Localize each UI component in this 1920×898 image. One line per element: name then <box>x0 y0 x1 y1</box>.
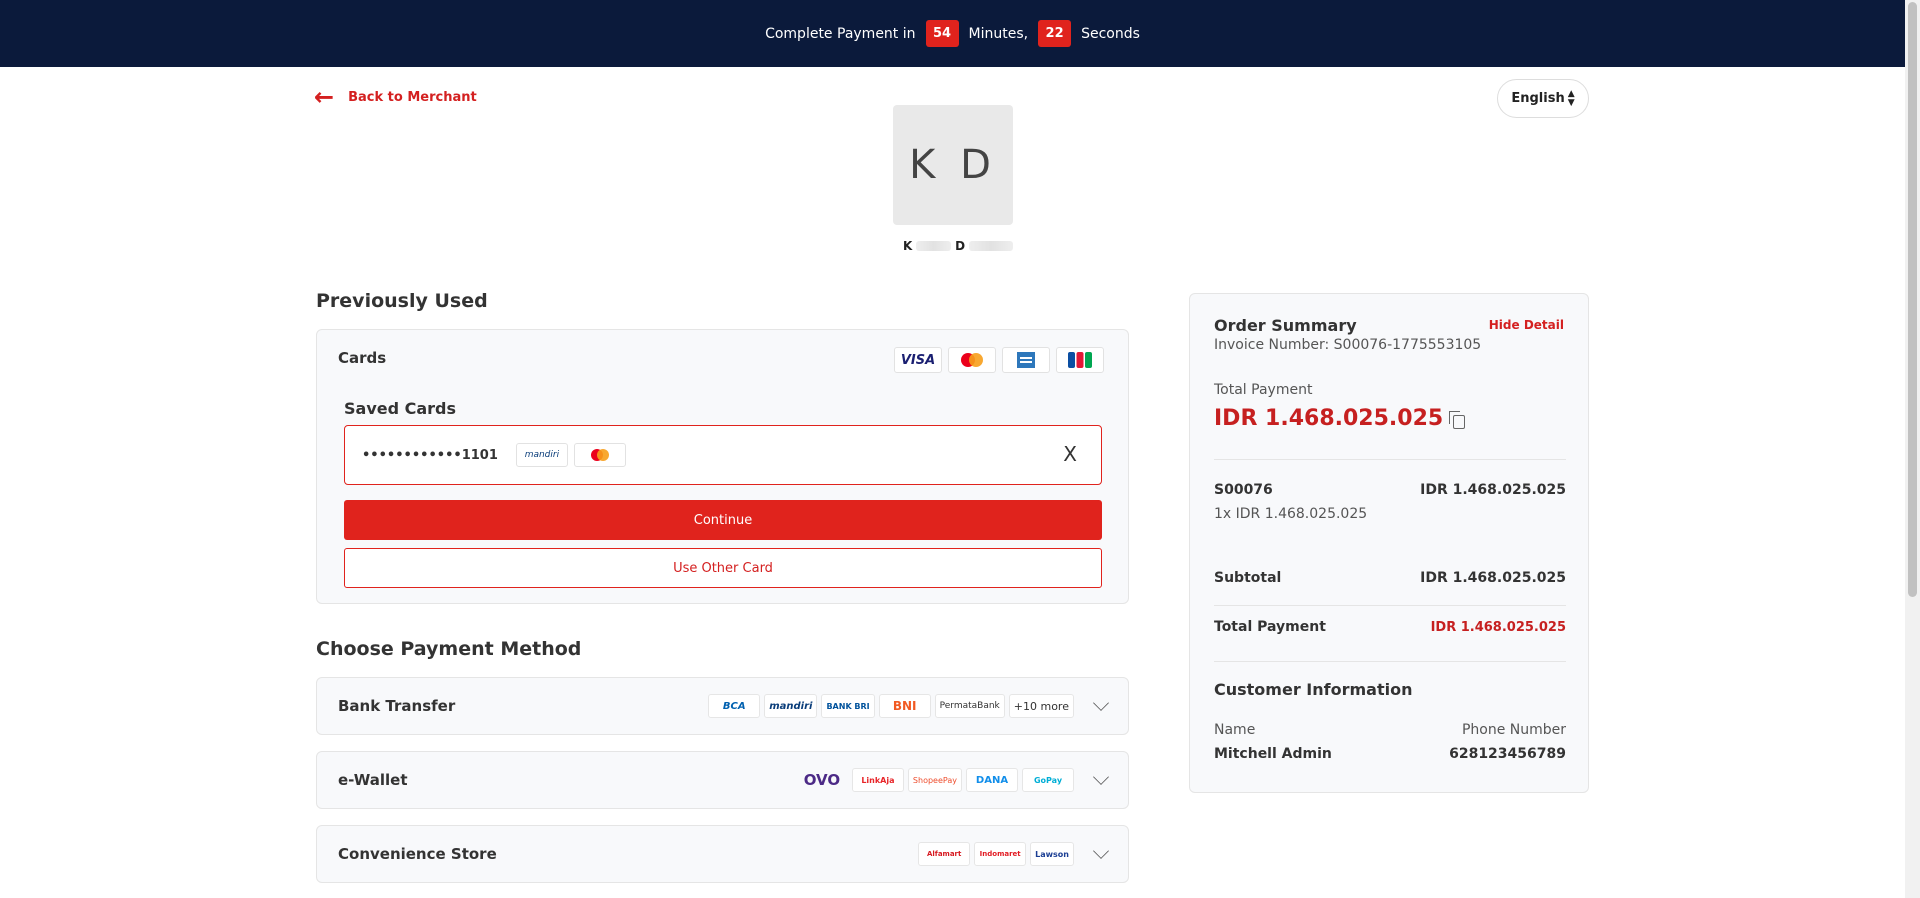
sort-caret-icon: ▲ ▼ <box>1567 88 1575 108</box>
merchant-name-first: K <box>903 239 913 253</box>
cards-panel: Cards VISA Saved Cards ••••••••••••1101 … <box>316 329 1129 604</box>
arrow-left-icon: ← <box>314 83 335 111</box>
timer-minutes: 54 <box>925 20 959 47</box>
more-banks-badge: +10 more <box>1008 694 1074 718</box>
timer-seconds: 22 <box>1038 20 1072 47</box>
divider <box>1214 459 1566 460</box>
merchant-name-redacted <box>969 241 1013 251</box>
line-item-price: IDR 1.468.025.025 <box>1420 482 1566 498</box>
continue-button[interactable]: Continue <box>344 500 1102 540</box>
merchant-name-second: D <box>955 239 966 253</box>
line-item-qty: 1x IDR 1.468.025.025 <box>1214 506 1368 522</box>
back-label: Back to Merchant <box>348 89 477 105</box>
timer-minutes-label: Minutes, <box>968 25 1029 42</box>
payment-timer-bar: Complete Payment in 54 Minutes, 22 Secon… <box>0 0 1905 67</box>
mandiri-logo: mandiri <box>515 443 568 467</box>
bri-logo: BANK BRI <box>821 694 875 718</box>
total-value: IDR 1.468.025.025 <box>1430 619 1566 635</box>
saved-card-item[interactable]: ••••••••••••1101 mandiri X <box>344 425 1102 485</box>
payment-method-label: e-Wallet <box>338 771 408 789</box>
saved-cards-title: Saved Cards <box>344 399 457 418</box>
permata-logo: PermataBank <box>934 694 1005 718</box>
total-payment-amount: IDR 1.468.025.025 <box>1214 406 1466 431</box>
payment-method-label: Convenience Store <box>338 845 497 863</box>
invoice-number: Invoice Number: S00076-1775553105 <box>1214 337 1482 353</box>
page-scrollbar[interactable] <box>1905 0 1920 898</box>
customer-name-value: Mitchell Admin <box>1214 746 1332 762</box>
total-row: Total Payment IDR 1.468.025.025 <box>1214 619 1566 635</box>
customer-phone-label: Phone Number <box>1461 722 1566 738</box>
use-other-card-button[interactable]: Use Other Card <box>344 548 1102 588</box>
total-payment-label: Total Payment <box>1214 382 1313 398</box>
amex-logo <box>1002 347 1050 373</box>
customer-labels-row: Name Phone Number <box>1214 722 1566 738</box>
saved-card-number: ••••••••••••1101 <box>362 447 498 463</box>
timer-seconds-label: Seconds <box>1081 25 1140 42</box>
language-selector[interactable]: English ▲ ▼ <box>1497 79 1589 118</box>
payment-method-label: Bank Transfer <box>338 697 456 715</box>
chevron-down-icon[interactable] <box>1093 769 1109 785</box>
subtotal-row: Subtotal IDR 1.468.025.025 <box>1214 570 1566 586</box>
bni-logo: BNI <box>878 694 931 718</box>
jcb-logo <box>1056 347 1104 373</box>
copy-icon[interactable] <box>1449 410 1466 429</box>
scrollbar-thumb[interactable] <box>1908 2 1917 597</box>
choose-payment-title: Choose Payment Method <box>316 638 582 660</box>
payment-method-e-wallet[interactable]: e-Wallet OVO LinkAja ShopeePay DANA GoPa… <box>316 751 1129 809</box>
bca-logo: BCA <box>708 694 761 718</box>
ovo-logo: OVO <box>803 771 841 789</box>
lawson-logo: Lawson <box>1030 842 1074 866</box>
hide-detail-link[interactable]: Hide Detail <box>1489 318 1564 332</box>
shopeepay-logo: ShopeePay <box>907 768 962 792</box>
payment-method-convenience-store[interactable]: Convenience Store Alfamart Indomaret Law… <box>316 825 1129 883</box>
mastercard-mini-logo <box>573 443 626 467</box>
merchant-name: K D <box>903 238 1013 254</box>
chevron-down-icon[interactable] <box>1093 843 1109 859</box>
bank-logos: BCA mandiri BANK BRI BNI PermataBank +10… <box>708 694 1074 718</box>
ewallet-logos: OVO LinkAja ShopeePay DANA GoPay <box>796 768 1074 792</box>
mandiri-logo: mandiri <box>764 694 818 718</box>
order-summary-panel: Order Summary Hide Detail Invoice Number… <box>1189 293 1589 793</box>
payment-method-bank-transfer[interactable]: Bank Transfer BCA mandiri BANK BRI BNI P… <box>316 677 1129 735</box>
merchant-logo: K D <box>893 105 1013 225</box>
indomaret-logo: Indomaret <box>974 842 1027 866</box>
subtotal-value: IDR 1.468.025.025 <box>1420 570 1566 586</box>
mastercard-logo <box>948 347 996 373</box>
total-payment-value: IDR 1.468.025.025 <box>1214 406 1444 431</box>
remove-card-icon[interactable]: X <box>1063 442 1077 466</box>
line-item: S00076 IDR 1.468.025.025 <box>1214 482 1566 498</box>
customer-name-label: Name <box>1214 722 1256 738</box>
language-value: English <box>1511 91 1565 106</box>
customer-values-row: Mitchell Admin 628123456789 <box>1214 746 1566 762</box>
order-summary-title: Order Summary <box>1214 316 1357 335</box>
merchant-name-redacted <box>916 241 952 251</box>
chevron-down-icon[interactable] <box>1093 695 1109 711</box>
card-brands: VISA <box>894 347 1104 373</box>
store-logos: Alfamart Indomaret Lawson <box>918 842 1074 866</box>
alfamart-logo: Alfamart <box>918 842 971 866</box>
back-to-merchant-link[interactable]: ← Back to Merchant <box>314 83 477 111</box>
gopay-logo: GoPay <box>1022 768 1074 792</box>
subtotal-label: Subtotal <box>1214 570 1282 586</box>
dana-logo: DANA <box>966 768 1018 792</box>
divider <box>1214 661 1566 662</box>
linkaja-logo: LinkAja <box>851 768 904 792</box>
line-item-qty-row: 1x IDR 1.468.025.025 <box>1214 506 1566 522</box>
customer-phone-value: 628123456789 <box>1449 746 1566 762</box>
customer-info-title: Customer Information <box>1214 680 1413 699</box>
line-item-name: S00076 <box>1214 482 1273 498</box>
previously-used-title: Previously Used <box>316 290 488 312</box>
total-label: Total Payment <box>1214 619 1326 635</box>
visa-logo: VISA <box>894 347 942 373</box>
timer-prefix: Complete Payment in <box>765 25 916 42</box>
cards-label: Cards <box>338 349 387 367</box>
divider <box>1214 605 1566 606</box>
